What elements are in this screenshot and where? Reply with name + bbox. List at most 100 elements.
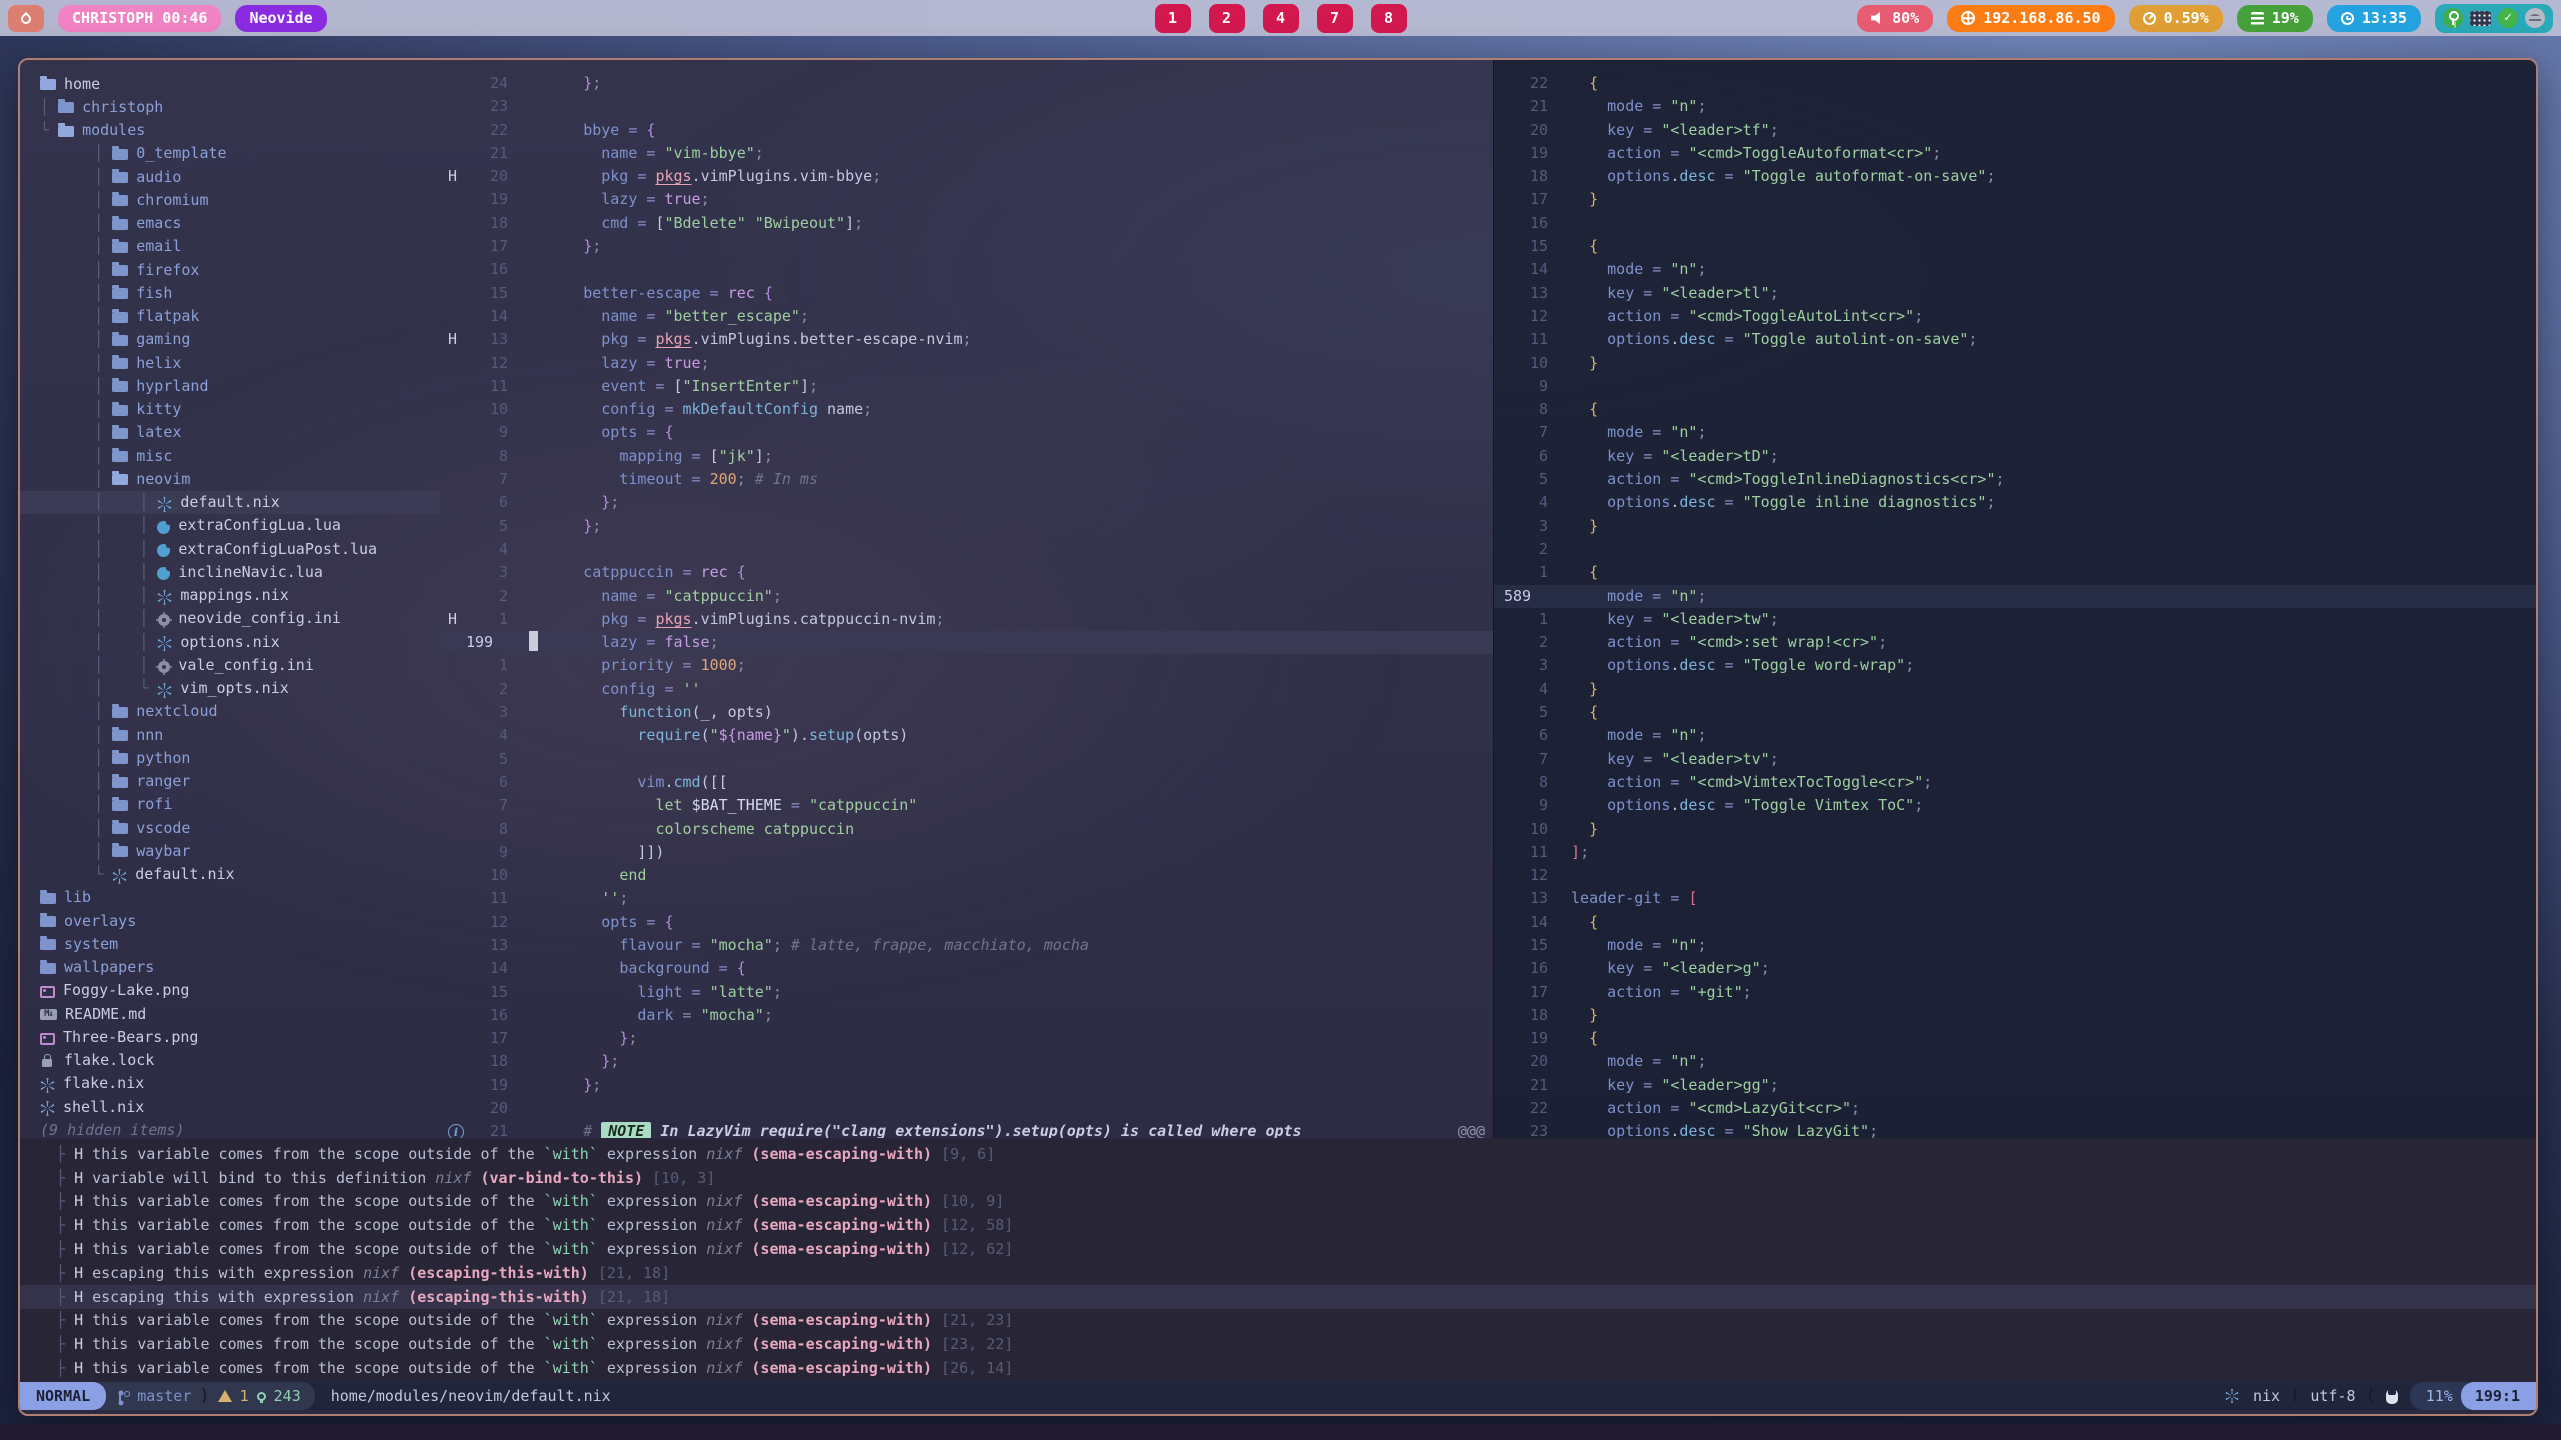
tree-item-lib[interactable]: lib [40, 886, 440, 909]
code-line[interactable]: 13 flavour = "mocha"; # latte, frappe, m… [440, 934, 1493, 957]
code-line[interactable]: 11 options.desc = "Toggle autolint-on-sa… [1494, 328, 2536, 351]
code-line[interactable]: 199 lazy = false; [440, 631, 1493, 654]
code-line[interactable]: 4 options.desc = "Toggle inline diagnost… [1494, 491, 2536, 514]
code-line[interactable]: 9 options.desc = "Toggle Vimtex ToC"; [1494, 794, 2536, 817]
code-line[interactable]: 24 }; [440, 72, 1493, 95]
tree-item-vim_opts.nix[interactable]: │ └ vim_opts.nix [40, 677, 440, 700]
code-line[interactable]: 14 mode = "n"; [1494, 258, 2536, 281]
code-line[interactable]: H1 pkg = pkgs.vimPlugins.catppuccin-nvim… [440, 608, 1493, 631]
code-line[interactable]: 9 ]]) [440, 841, 1493, 864]
tree-item-nextcloud[interactable]: │ nextcloud [40, 700, 440, 723]
code-line[interactable]: 2 config = '' [440, 678, 1493, 701]
tree-item-python[interactable]: │ python [40, 746, 440, 769]
tree-item-Three-Bears.png[interactable]: Three-Bears.png [40, 1025, 440, 1048]
code-line[interactable]: 6 vim.cmd([[ [440, 771, 1493, 794]
code-line[interactable]: 20 mode = "n"; [1494, 1050, 2536, 1073]
tree-item-vscode[interactable]: │ vscode [40, 816, 440, 839]
code-line[interactable]: 13 key = "<leader>tl"; [1494, 282, 2536, 305]
diagnostic-row[interactable]: ├ H this variable comes from the scope o… [56, 1213, 2536, 1237]
tree-item-hyprland[interactable]: │ hyprland [40, 374, 440, 397]
launcher-button[interactable] [8, 5, 44, 32]
kbd-tray-icon[interactable] [2470, 11, 2491, 26]
code-line[interactable]: 2 [1494, 538, 2536, 561]
code-line[interactable]: 5 [440, 748, 1493, 771]
code-line[interactable]: 22 bbye = { [440, 119, 1493, 142]
tree-item-neovide_config.ini[interactable]: │ │ neovide_config.ini [40, 607, 440, 630]
code-line[interactable]: 6 key = "<leader>tD"; [1494, 445, 2536, 468]
code-line[interactable]: 6 mode = "n"; [1494, 724, 2536, 747]
code-line[interactable]: 20 [440, 1097, 1493, 1120]
speaker-status-pill[interactable]: 80% [1857, 5, 1933, 32]
tree-item-email[interactable]: │ email [40, 235, 440, 258]
code-line[interactable]: 8 action = "<cmd>VimtexTocToggle<cr>"; [1494, 771, 2536, 794]
tree-item-Foggy-Lake.png[interactable]: Foggy-Lake.png [40, 979, 440, 1002]
tree-item-chromium[interactable]: │ chromium [40, 188, 440, 211]
tree-item-christoph[interactable]: │ christoph [40, 95, 440, 118]
tree-item-extraConfigLua.lua[interactable]: │ │ extraConfigLua.lua [40, 514, 440, 537]
code-line[interactable]: 3 function(_, opts) [440, 701, 1493, 724]
tree-item-extraConfigLuaPost.lua[interactable]: │ │ extraConfigLuaPost.lua [40, 537, 440, 560]
globe-status-pill[interactable]: 192.168.86.50 [1947, 5, 2114, 32]
spotify-tray-icon[interactable] [2525, 8, 2545, 28]
gauge-status-pill[interactable]: 0.59% [2129, 5, 2223, 32]
code-line[interactable]: 589 mode = "n"; [1494, 585, 2536, 608]
code-line[interactable]: 7 mode = "n"; [1494, 421, 2536, 444]
diagnostic-row[interactable]: ├ H this variable comes from the scope o… [56, 1142, 2536, 1166]
tree-item-neovim[interactable]: │ neovim [40, 467, 440, 490]
tree-item-overlays[interactable]: overlays [40, 909, 440, 932]
diagnostic-row[interactable]: ├ H escaping this with expression nixf (… [56, 1261, 2536, 1285]
code-line[interactable]: 10 } [1494, 352, 2536, 375]
tree-item-flatpak[interactable]: │ flatpak [40, 305, 440, 328]
tree-item-wallpapers[interactable]: wallpapers [40, 956, 440, 979]
code-line[interactable]: 21 name = "vim-bbye"; [440, 142, 1493, 165]
tree-item-README.md[interactable]: README.md [40, 1002, 440, 1025]
tree-item-audio[interactable]: │ audio [40, 165, 440, 188]
code-line[interactable]: 16 dark = "mocha"; [440, 1004, 1493, 1027]
user-clock-pill[interactable]: CHRISTOPH 00:46 [58, 5, 221, 32]
code-line[interactable]: 21 mode = "n"; [1494, 95, 2536, 118]
code-line[interactable]: 4 } [1494, 678, 2536, 701]
code-line[interactable]: 12 opts = { [440, 911, 1493, 934]
code-line[interactable]: 16 [1494, 212, 2536, 235]
diagnostic-row[interactable]: ├ H this variable comes from the scope o… [56, 1309, 2536, 1333]
code-line[interactable]: 8 { [1494, 398, 2536, 421]
tree-item-0_template[interactable]: │ 0_template [40, 142, 440, 165]
tree-item-firefox[interactable]: │ firefox [40, 258, 440, 281]
tree-item-nnn[interactable]: │ nnn [40, 723, 440, 746]
diagnostic-row[interactable]: ├ H this variable comes from the scope o… [56, 1190, 2536, 1214]
code-line[interactable]: i21 # NOTE In LazyVim require("clang_ext… [440, 1120, 1493, 1138]
tree-item-latex[interactable]: │ latex [40, 421, 440, 444]
clock-status-pill[interactable]: 13:35 [2327, 5, 2421, 32]
code-line[interactable]: 1 key = "<leader>tw"; [1494, 608, 2536, 631]
code-line[interactable]: 18 }; [440, 1050, 1493, 1073]
tree-item-misc[interactable]: │ misc [40, 444, 440, 467]
code-line[interactable]: 19 lazy = true; [440, 188, 1493, 211]
code-line[interactable]: 2 name = "catppuccin"; [440, 585, 1493, 608]
code-line[interactable]: 11 ''; [440, 887, 1493, 910]
code-line[interactable]: 7 key = "<leader>tv"; [1494, 748, 2536, 771]
check-tray-icon[interactable]: ✓ [2498, 8, 2518, 28]
tree-item-home[interactable]: home [40, 72, 440, 95]
code-line[interactable]: 10 config = mkDefaultConfig name; [440, 398, 1493, 421]
tree-item-modules[interactable]: └ modules [40, 119, 440, 142]
tree-item-flake.lock[interactable]: flake.lock [40, 1049, 440, 1072]
diagnostic-row[interactable]: ├ H this variable comes from the scope o… [56, 1332, 2536, 1356]
code-line[interactable]: 8 colorscheme catppuccin [440, 818, 1493, 841]
code-line[interactable]: 3 } [1494, 515, 2536, 538]
code-line[interactable]: 5 }; [440, 515, 1493, 538]
code-line[interactable]: 19 }; [440, 1074, 1493, 1097]
code-line[interactable]: H20 pkg = pkgs.vimPlugins.vim-bbye; [440, 165, 1493, 188]
code-line[interactable]: 22 { [1494, 72, 2536, 95]
code-line[interactable]: 23 [440, 95, 1493, 118]
code-line[interactable]: 14 { [1494, 911, 2536, 934]
code-line[interactable]: H13 pkg = pkgs.vimPlugins.better-escape-… [440, 328, 1493, 351]
tree-item-system[interactable]: system [40, 932, 440, 955]
code-line[interactable]: 7 let $BAT_THEME = "catppuccin" [440, 794, 1493, 817]
key-tray-icon[interactable] [2443, 8, 2463, 28]
code-line[interactable]: 18 options.desc = "Toggle autoformat-on-… [1494, 165, 2536, 188]
tree-item-emacs[interactable]: │ emacs [40, 212, 440, 235]
code-line[interactable]: 23 options.desc = "Show LazyGit"; [1494, 1120, 2536, 1138]
code-line[interactable]: 2 action = "<cmd>:set wrap!<cr>"; [1494, 631, 2536, 654]
code-line[interactable]: 1 { [1494, 561, 2536, 584]
code-line[interactable]: 9 [1494, 375, 2536, 398]
